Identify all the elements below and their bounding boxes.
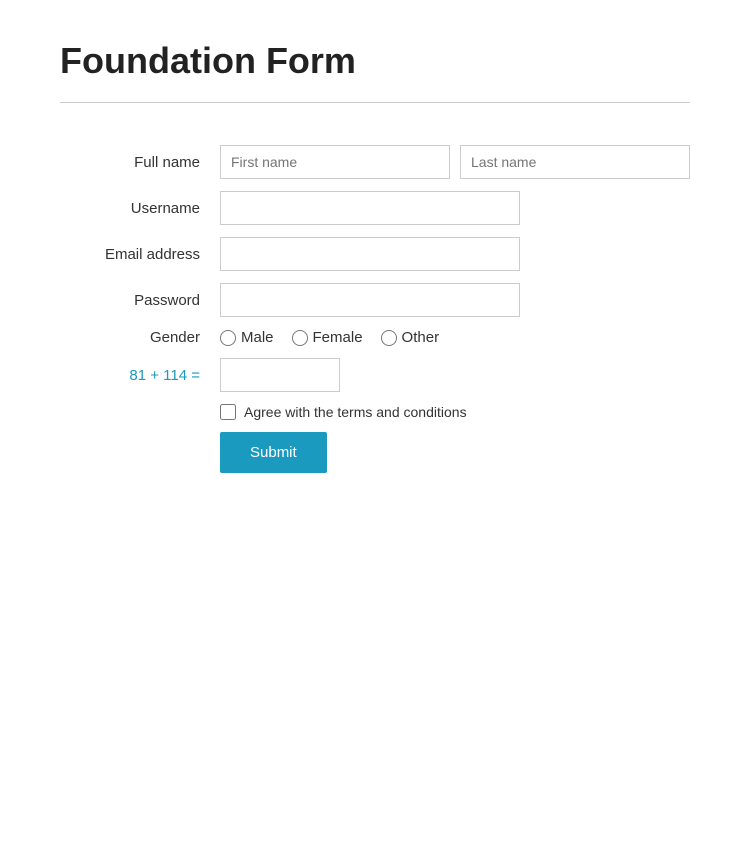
- password-row: Password: [60, 283, 690, 317]
- gender-radio-other[interactable]: [381, 330, 397, 346]
- gender-radio-male[interactable]: [220, 330, 236, 346]
- password-label: Password: [60, 283, 220, 317]
- form-divider: [60, 102, 690, 103]
- first-name-input[interactable]: [220, 145, 450, 179]
- password-input-cell: [220, 283, 690, 317]
- email-input-cell: [220, 237, 690, 271]
- captcha-label: 81 + 114 =: [60, 358, 220, 392]
- terms-checkbox[interactable]: [220, 404, 236, 420]
- terms-label[interactable]: Agree with the terms and conditions: [220, 404, 690, 420]
- terms-empty-cell: [60, 404, 220, 420]
- submit-empty-cell: [60, 432, 220, 473]
- page-container: Foundation Form Full name Username: [0, 0, 750, 525]
- last-name-input[interactable]: [460, 145, 690, 179]
- name-inputs-group: [220, 145, 690, 179]
- captcha-input-cell: [220, 358, 690, 392]
- username-input-cell: [220, 191, 690, 225]
- gender-row: Gender Male Female Other: [60, 329, 690, 346]
- fullname-inputs-cell: [220, 145, 690, 179]
- fullname-row: Full name: [60, 145, 690, 179]
- username-label: Username: [60, 191, 220, 225]
- gender-other-label: Other: [402, 329, 440, 346]
- email-row: Email address: [60, 237, 690, 271]
- foundation-form: Full name Username Email address: [60, 133, 690, 485]
- username-input[interactable]: [220, 191, 520, 225]
- gender-female-label: Female: [313, 329, 363, 346]
- email-input[interactable]: [220, 237, 520, 271]
- gender-label: Gender: [60, 329, 220, 346]
- gender-option-male[interactable]: Male: [220, 329, 274, 346]
- password-input[interactable]: [220, 283, 520, 317]
- gender-radio-female[interactable]: [292, 330, 308, 346]
- fullname-label: Full name: [60, 145, 220, 179]
- email-label: Email address: [60, 237, 220, 271]
- captcha-input[interactable]: [220, 358, 340, 392]
- submit-row: Submit: [60, 432, 690, 473]
- username-row: Username: [60, 191, 690, 225]
- gender-option-other[interactable]: Other: [381, 329, 440, 346]
- gender-options-group: Male Female Other: [220, 329, 690, 346]
- captcha-row: 81 + 114 =: [60, 358, 690, 392]
- gender-options-cell: Male Female Other: [220, 329, 690, 346]
- submit-button[interactable]: Submit: [220, 432, 327, 473]
- terms-text: Agree with the terms and conditions: [244, 404, 467, 420]
- terms-cell: Agree with the terms and conditions: [220, 404, 690, 420]
- form-table: Full name Username Email address: [60, 133, 690, 485]
- page-title: Foundation Form: [60, 40, 690, 82]
- submit-cell: Submit: [220, 432, 690, 473]
- gender-male-label: Male: [241, 329, 274, 346]
- gender-option-female[interactable]: Female: [292, 329, 363, 346]
- terms-row: Agree with the terms and conditions: [60, 404, 690, 420]
